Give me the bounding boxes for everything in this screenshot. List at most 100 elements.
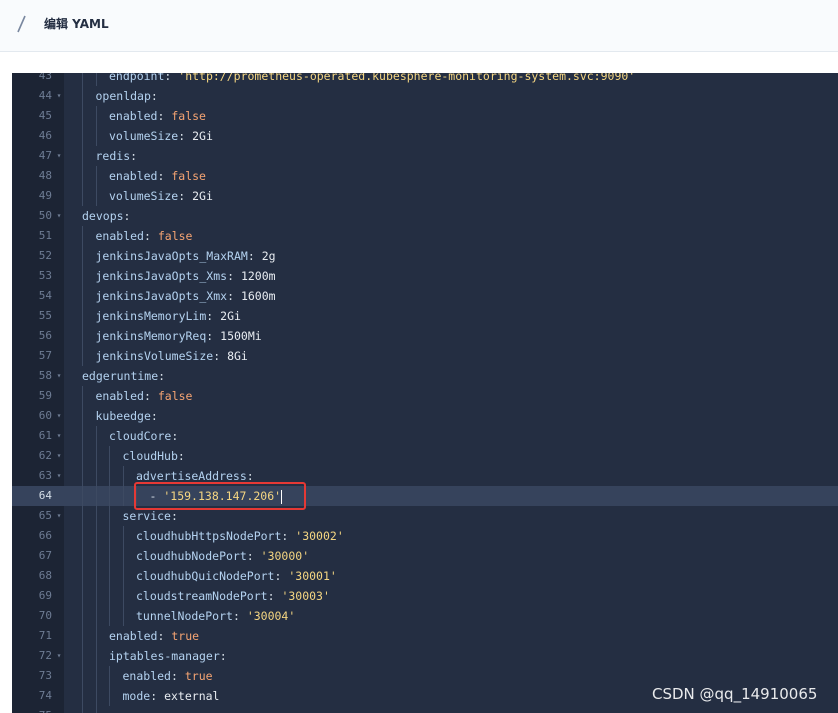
fold-arrow-icon[interactable]: ▾ (54, 466, 64, 486)
code-line[interactable]: 55 jenkinsMemoryLim: 2Gi (12, 306, 838, 326)
indent-guide (95, 626, 97, 646)
fold-arrow-icon[interactable]: ▾ (54, 146, 64, 166)
fold-arrow-icon[interactable]: ▾ (54, 506, 64, 526)
code-text: jenkinsMemoryLim: 2Gi (95, 309, 241, 323)
yaml-key: jenkinsMemoryLim (95, 309, 207, 323)
indent-guide (122, 526, 124, 546)
yaml-value: '30002' (295, 529, 344, 543)
indent-guide (109, 666, 110, 686)
indent-guide (82, 166, 83, 186)
yaml-key: cloudstreamNodePort (136, 589, 268, 603)
yaml-key: enabled (109, 109, 158, 123)
line-number: 58 (38, 369, 52, 382)
indent-guide (82, 706, 83, 713)
indent-guide (82, 146, 83, 166)
code-text: jenkinsMemoryReq: 1500Mi (95, 329, 262, 343)
indent-guide (95, 426, 97, 446)
code-line[interactable]: 75 (12, 706, 838, 713)
indent-guide (82, 246, 83, 266)
yaml-key: service (122, 509, 171, 523)
yaml-key: iptables-manager (109, 649, 220, 663)
line-number: 52 (38, 249, 52, 262)
indent-guide (82, 86, 83, 106)
fold-arrow-icon[interactable]: ▾ (54, 406, 64, 426)
code-line[interactable]: 56 jenkinsMemoryReq: 1500Mi (12, 326, 838, 346)
yaml-key: jenkinsMemoryReq (95, 329, 207, 343)
code-text: enabled: false (109, 109, 206, 123)
yaml-key: cloudCore (109, 429, 172, 443)
code-line[interactable]: 45 enabled: false (12, 106, 838, 126)
code-line[interactable]: 57 jenkinsVolumeSize: 8Gi (12, 346, 838, 366)
line-number: 60 (38, 409, 52, 422)
yaml-code-editor[interactable]: 43 endpoint: 'http://prometheus-operated.… (12, 73, 838, 713)
code-line[interactable]: 51 enabled: false (12, 226, 838, 246)
yaml-value: external (164, 689, 220, 703)
fold-arrow-icon[interactable]: ▾ (54, 646, 64, 666)
code-line[interactable]: 46 volumeSize: 2Gi (12, 126, 838, 146)
indent-guide (95, 466, 97, 486)
code-text: jenkinsJavaOpts_Xms: 1200m (95, 269, 276, 283)
indent-guide (82, 626, 83, 646)
code-text: devops: (82, 209, 131, 223)
code-line[interactable]: 43 endpoint: 'http://prometheus-operated.… (12, 73, 838, 86)
line-number: 70 (38, 609, 52, 622)
code-line[interactable]: 47 ▾ redis: (12, 146, 838, 166)
indent-guide (95, 186, 97, 206)
indent-guide (109, 486, 110, 506)
code-line[interactable]: 61 ▾ cloudCore: (12, 426, 838, 446)
code-line[interactable]: 66 cloudhubHttpsNodePort: '30002' (12, 526, 838, 546)
indent-guide (122, 546, 124, 566)
yaml-value: 'http://prometheus-operated.kubesphere-m… (178, 73, 636, 83)
code-line[interactable]: 73 enabled: true (12, 666, 838, 686)
fold-arrow-icon[interactable]: ▾ (54, 366, 64, 386)
code-text: volumeSize: 2Gi (109, 189, 213, 203)
yaml-value: true (184, 669, 213, 683)
code-line[interactable]: 48 enabled: false (12, 166, 838, 186)
yaml-key: cloudhubNodePort (136, 549, 247, 563)
line-number: 74 (38, 689, 52, 702)
indent-guide (109, 526, 110, 546)
indent-guide (95, 446, 97, 466)
code-text: cloudstreamNodePort: '30003' (136, 589, 330, 603)
code-line[interactable]: 44 ▾ openldap: (12, 86, 838, 106)
yaml-key: jenkinsJavaOpts_Xms (95, 269, 228, 283)
code-line[interactable]: 60 ▾ kubeedge: (12, 406, 838, 426)
indent-guide (82, 326, 83, 346)
yaml-key: cloudhubQuicNodePort (136, 569, 275, 583)
code-line[interactable]: 49 volumeSize: 2Gi (12, 186, 838, 206)
indent-guide (82, 566, 83, 586)
fold-arrow-icon[interactable]: ▾ (54, 446, 64, 466)
yaml-key: devops (82, 209, 124, 223)
code-line[interactable]: 72 ▾ iptables-manager: (12, 646, 838, 666)
indent-guide (122, 606, 124, 626)
yaml-key: enabled (109, 629, 158, 643)
fold-arrow-icon[interactable]: ▾ (54, 426, 64, 446)
code-line[interactable]: 67 cloudhubNodePort: '30000' (12, 546, 838, 566)
code-line[interactable]: 62 ▾ cloudHub: (12, 446, 838, 466)
yaml-key: mode (122, 689, 151, 703)
yaml-key: tunnelNodePort (136, 609, 233, 623)
code-line[interactable]: 70 tunnelNodePort: '30004' (12, 606, 838, 626)
yaml-key: jenkinsVolumeSize (95, 349, 214, 363)
code-line[interactable]: 71 enabled: true (12, 626, 838, 646)
code-line[interactable]: 59 enabled: false (12, 386, 838, 406)
line-number: 49 (38, 189, 52, 202)
indent-guide (82, 306, 83, 326)
code-line[interactable]: 50 ▾ devops: (12, 206, 838, 226)
line-number: 47 (38, 149, 52, 162)
code-line[interactable]: 53 jenkinsJavaOpts_Xms: 1200m (12, 266, 838, 286)
indent-guide (109, 466, 110, 486)
code-line[interactable]: 69 cloudstreamNodePort: '30003' (12, 586, 838, 606)
code-line[interactable]: 68 cloudhubQuicNodePort: '30001' (12, 566, 838, 586)
indent-guide (82, 586, 83, 606)
fold-arrow-icon[interactable]: ▾ (54, 206, 64, 226)
indent-guide (82, 406, 83, 426)
yaml-value: 2Gi (192, 189, 213, 203)
fold-arrow-icon[interactable]: ▾ (54, 86, 64, 106)
code-line[interactable]: 54 jenkinsJavaOpts_Xmx: 1600m (12, 286, 838, 306)
code-line[interactable]: 52 jenkinsJavaOpts_MaxRAM: 2g (12, 246, 838, 266)
indent-guide (82, 526, 83, 546)
code-line[interactable]: 58 ▾ edgeruntime: (12, 366, 838, 386)
yaml-value: '30003' (281, 589, 330, 603)
indent-guide (82, 386, 83, 406)
